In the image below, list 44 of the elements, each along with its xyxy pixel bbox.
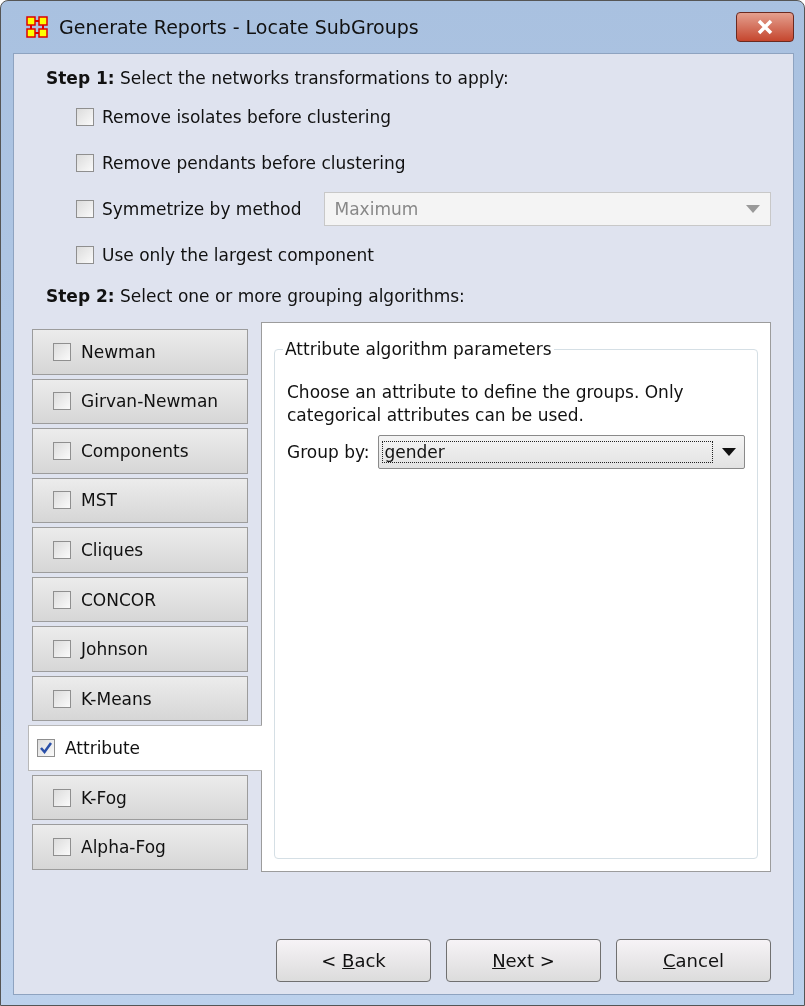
wizard-button[interactable]: < Back — [276, 939, 431, 982]
checkbox[interactable] — [53, 640, 71, 659]
checkbox[interactable] — [76, 246, 94, 264]
checkbox[interactable] — [53, 838, 71, 857]
checkbox[interactable] — [53, 491, 71, 510]
checkbox[interactable] — [53, 689, 71, 708]
checkbox[interactable] — [53, 788, 71, 807]
option-label: Remove pendants before clustering — [102, 153, 406, 173]
window-title: Generate Reports - Locate SubGroups — [59, 16, 420, 38]
option-label: Remove isolates before clustering — [102, 107, 392, 127]
algorithm-tab[interactable]: CONCOR — [32, 576, 248, 623]
algorithm-tab[interactable]: Alpha-Fog — [32, 824, 248, 870]
algorithm-tab[interactable]: Girvan-Newman — [32, 378, 248, 425]
wizard-button[interactable]: Cancel — [616, 939, 771, 982]
group-by-label: Group by: — [287, 441, 370, 462]
wizard-button[interactable]: Next > — [446, 939, 601, 982]
algorithm-tab[interactable]: K-Fog — [32, 774, 248, 821]
step-heading: Step 2: Select one or more grouping algorithms: — [46, 286, 466, 306]
checkbox[interactable] — [37, 739, 55, 758]
close-button[interactable] — [736, 12, 794, 42]
algorithm-tab[interactable]: K-Means — [32, 675, 248, 722]
checkbox[interactable] — [76, 154, 94, 172]
close-icon — [756, 19, 774, 35]
checkbox[interactable] — [53, 590, 71, 609]
group-title: Attribute algorithm parameters — [284, 339, 553, 359]
algorithm-tab[interactable]: Components — [32, 428, 248, 474]
algorithm-tab[interactable]: MST — [32, 477, 248, 524]
step-heading: Step 1: Select the networks transformations to apply: — [46, 68, 510, 88]
checkbox[interactable] — [53, 540, 71, 559]
dropdown-caret-icon — [746, 205, 760, 213]
checkbox[interactable] — [53, 441, 71, 460]
algorithm-tab[interactable]: Johnson — [32, 626, 248, 672]
algorithm-tab[interactable]: Cliques — [32, 527, 248, 573]
checkbox[interactable] — [53, 392, 71, 411]
algorithm-tab[interactable]: Attribute — [28, 725, 262, 771]
algorithm-tab[interactable]: Newman — [32, 329, 248, 375]
checkbox[interactable] — [76, 108, 94, 126]
checkbox[interactable] — [53, 342, 71, 361]
dropdown-caret-icon — [722, 447, 736, 456]
network-nodes-icon — [25, 15, 49, 39]
option-label: Symmetrize by method — [102, 199, 302, 219]
description-text: Choose an attribute to define the groups. Only categorical attributes can be used. — [287, 381, 685, 427]
group-by-dropdown[interactable]: gender — [377, 434, 745, 469]
option-label: Use only the largest component — [102, 245, 374, 265]
